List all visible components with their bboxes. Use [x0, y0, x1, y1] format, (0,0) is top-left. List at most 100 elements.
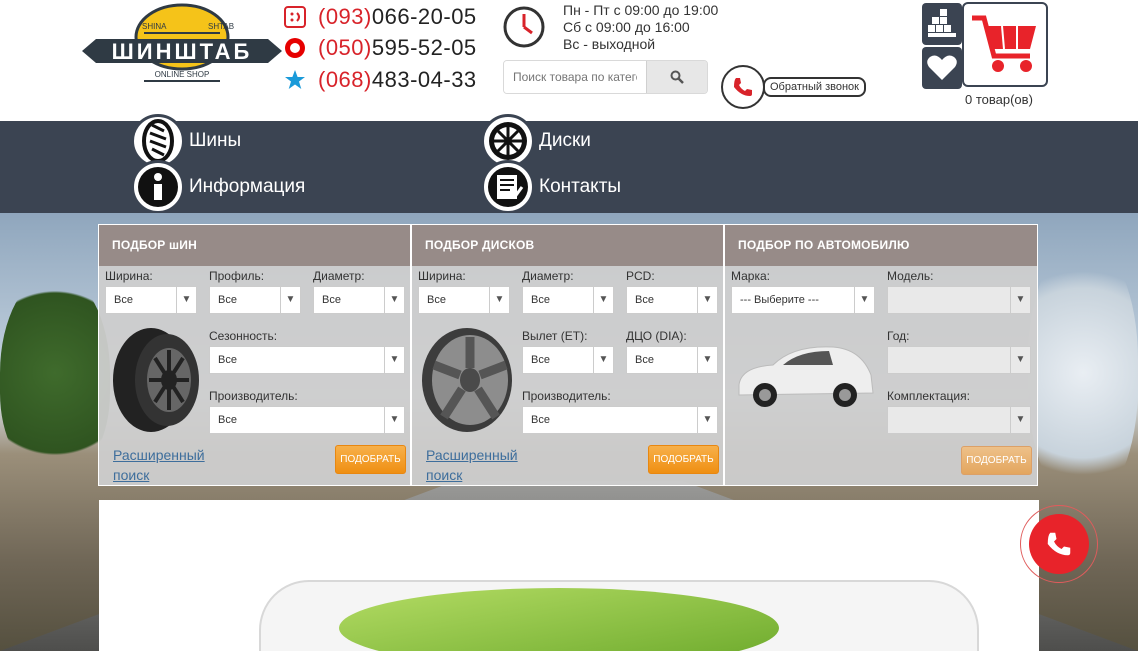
auto-model-select[interactable]: ▼ [887, 286, 1031, 314]
clock-icon [503, 6, 545, 48]
tires-advanced-line2: поиск [113, 467, 150, 483]
auto-model-label: Модель: [887, 269, 934, 283]
tire-image [113, 328, 199, 432]
nav-label-tires: Шины [189, 130, 242, 151]
compare-icon [928, 9, 956, 37]
header: SHINA SHTAB ШИНШТАБ ONLINE SHOP (093) 06… [0, 0, 1138, 121]
search-bar [503, 60, 708, 94]
car-image [738, 346, 874, 407]
phone-2-code: (050) [318, 35, 372, 60]
hours-saturday: Сб с 09:00 до 16:00 [563, 19, 690, 35]
auto-trim-select[interactable]: ▼ [887, 406, 1031, 434]
auto-pick-button[interactable]: ПОДОБРАТЬ [961, 446, 1032, 475]
tires-diameter-label: Диаметр: [313, 269, 365, 283]
chevron-down-icon: ▼ [593, 347, 613, 373]
phone-3-number: 483-04-33 [371, 67, 477, 92]
tires-diameter-value: Все [322, 294, 341, 306]
tree-image [0, 273, 110, 473]
working-hours: Пн - Пт с 09:00 до 19:00 Сб с 09:00 до 1… [563, 2, 718, 53]
rims-diameter-label: Диаметр: [522, 269, 574, 283]
rims-diameter-select[interactable]: Все ▼ [522, 286, 614, 314]
nav-label-contacts: Контакты [539, 176, 622, 197]
rims-pcd-value: Все [635, 294, 654, 306]
wishlist-button[interactable] [922, 47, 962, 89]
rims-pcd-select[interactable]: Все ▼ [626, 286, 718, 314]
nav-item-contacts[interactable]: Контакты [481, 160, 621, 214]
chevron-down-icon: ▼ [280, 287, 300, 313]
panel-rims-title: ПОДБОР ДИСКОВ [412, 225, 723, 266]
frosted-tree-image [1028, 243, 1138, 503]
cart-button[interactable] [962, 2, 1048, 87]
heart-icon [927, 55, 957, 80]
tires-diameter-select[interactable]: Все ▼ [313, 286, 405, 314]
chevron-down-icon: ▼ [489, 287, 509, 313]
compare-button[interactable] [922, 3, 962, 45]
main-nav: Шины Диски Информация Контакты [0, 114, 1138, 214]
nav-item-info[interactable]: Информация [131, 160, 305, 214]
tires-width-select[interactable]: Все ▼ [105, 286, 197, 314]
cart-count: 0 товар(ов) [965, 92, 1033, 107]
rims-et-value: Все [531, 354, 550, 366]
search-button[interactable] [646, 61, 707, 93]
phone-2-number: 595-52-05 [371, 35, 477, 60]
rims-pick-button[interactable]: ПОДОБРАТЬ [648, 445, 719, 474]
info-icon [131, 160, 185, 214]
phone-1-code: (093) [318, 4, 372, 29]
rims-width-label: Ширина: [418, 269, 466, 283]
logo-left: SHINA [142, 22, 167, 31]
phone-1[interactable]: (093) 066-20-05 [284, 3, 477, 31]
rims-width-select[interactable]: Все ▼ [418, 286, 510, 314]
panel-rims: ПОДБОР ДИСКОВ Ширина: Все ▼ Диаметр: Все ▼… [411, 224, 724, 486]
page: SHINA SHTAB ШИНШТАБ ONLINE SHOP (093) 06… [0, 0, 1138, 651]
auto-brand-select[interactable]: --- Выберите --- ▼ [731, 286, 875, 314]
auto-brand-label: Марка: [731, 269, 770, 283]
chevron-down-icon: ▼ [384, 287, 404, 313]
tires-profile-select[interactable]: Все ▼ [209, 286, 301, 314]
logo-text: ШИНШТАБ [112, 39, 253, 64]
chevron-down-icon: ▼ [697, 287, 717, 313]
tires-maker-label: Производитель: [209, 389, 298, 403]
hours-sunday: Вс - выходной [563, 36, 656, 52]
tires-pick-button[interactable]: ПОДОБРАТЬ [335, 445, 406, 474]
tires-advanced-line1: Расширенный [113, 447, 205, 463]
tires-season-select[interactable]: Все ▼ [209, 346, 405, 374]
callback-button[interactable]: Обратный звонок [721, 65, 866, 109]
hours-weekdays: Пн - Пт с 09:00 до 19:00 [563, 2, 719, 18]
star-icon [284, 69, 306, 91]
floating-call-button[interactable] [1020, 505, 1098, 583]
auto-year-select[interactable]: ▼ [887, 346, 1031, 374]
phone-1-number: 066-20-05 [371, 4, 477, 29]
rims-maker-value: Все [531, 414, 550, 426]
chevron-down-icon: ▼ [697, 347, 717, 373]
phone-3[interactable]: (068) 483-04-33 [284, 66, 477, 94]
panel-auto: ПОДБОР ПО АВТОМОБИЛЮ Марка: --- Выберите… [724, 224, 1038, 486]
callback-label: Обратный звонок [763, 77, 866, 97]
auto-trim-label: Комплектация: [887, 389, 970, 403]
rims-maker-label: Производитель: [522, 389, 611, 403]
nav-label-info: Информация [189, 176, 306, 197]
smile-icon [284, 6, 306, 28]
cart-icon [972, 15, 1036, 72]
tires-advanced-search-link[interactable]: Расширенный поиск [113, 445, 205, 485]
chevron-down-icon: ▼ [1010, 407, 1030, 433]
search-input[interactable] [504, 61, 646, 93]
rims-et-select[interactable]: Все ▼ [522, 346, 614, 374]
logo-sub: ONLINE SHOP [155, 70, 210, 79]
logo[interactable]: SHINA SHTAB ШИНШТАБ ONLINE SHOP [82, 3, 282, 95]
tires-season-label: Сезонность: [209, 329, 278, 343]
chevron-down-icon: ▼ [1010, 347, 1030, 373]
rims-dia-select[interactable]: Все ▼ [626, 346, 718, 374]
rims-dia-value: Все [635, 354, 654, 366]
phone-2[interactable]: (050) 595-52-05 [284, 34, 477, 62]
rims-advanced-line2: поиск [426, 467, 463, 483]
rims-maker-select[interactable]: Все ▼ [522, 406, 718, 434]
tires-maker-select[interactable]: Все ▼ [209, 406, 405, 434]
rims-advanced-search-link[interactable]: Расширенный поиск [426, 445, 518, 485]
tires-maker-value: Все [218, 414, 237, 426]
chevron-down-icon: ▼ [384, 347, 404, 373]
rims-pcd-label: PCD: [626, 269, 655, 283]
rims-et-label: Вылет (ET): [522, 329, 588, 343]
tires-profile-value: Все [218, 294, 237, 306]
selection-panels: ПОДБОР шИН Ширина: Все ▼ Профиль: Все ▼ Ди… [98, 224, 1040, 486]
search-icon [670, 70, 684, 84]
